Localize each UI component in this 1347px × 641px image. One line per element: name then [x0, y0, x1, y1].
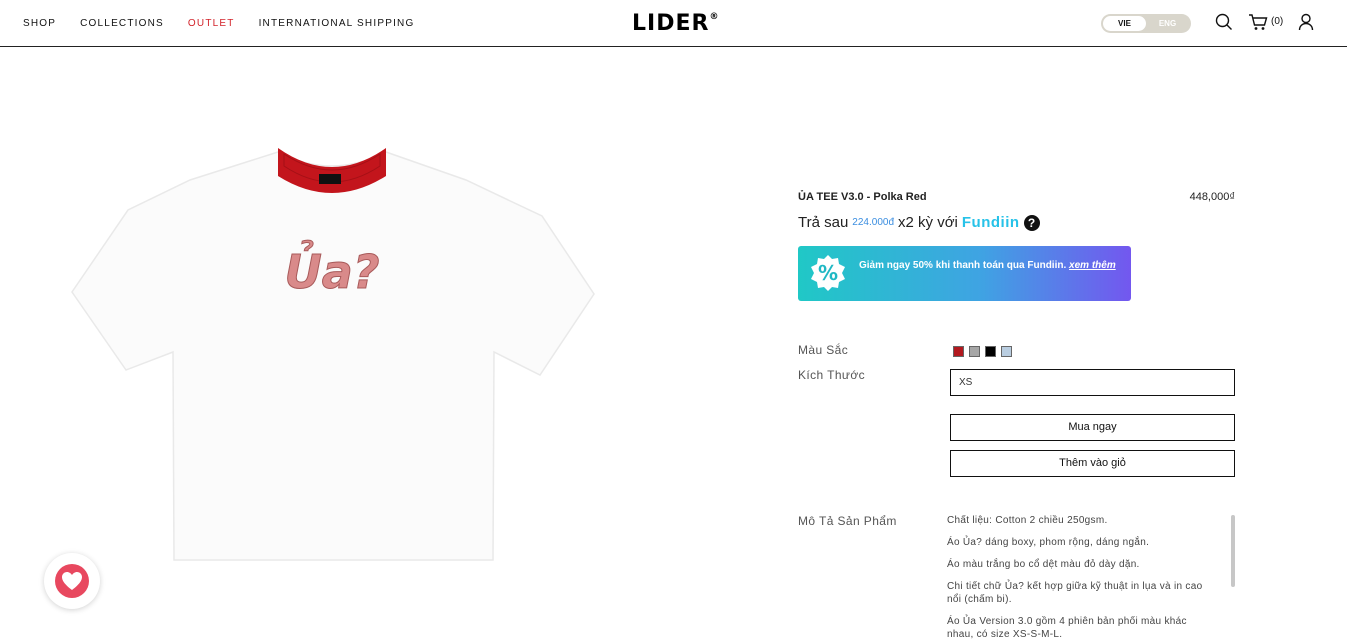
description-line: Chi tiết chữ Ủa? kết hợp giữa kỹ thuật i… — [947, 581, 1203, 605]
promo-more-link[interactable]: xem thêm — [1069, 260, 1116, 271]
nav-collections[interactable]: COLLECTIONS — [80, 18, 164, 29]
help-icon[interactable]: ? — [1023, 214, 1040, 231]
fundiin-logo[interactable]: Fundiin — [962, 214, 1020, 231]
description-line: Chất liệu: Cotton 2 chiều 250gsm. — [947, 515, 1108, 526]
language-toggle[interactable]: VIE ENG — [1101, 14, 1191, 33]
cart-count[interactable]: (0) — [1271, 16, 1283, 27]
promo-percent: 50% — [912, 260, 933, 271]
lang-eng[interactable]: ENG — [1146, 16, 1189, 31]
discount-badge-icon: % — [809, 254, 847, 292]
description-line: Áo Ủa Version 3.0 gồm 4 phiên bản phối m… — [947, 616, 1187, 640]
product-price: 448,000₫ — [1189, 191, 1235, 203]
description-scrollbar[interactable] — [1231, 515, 1235, 587]
size-label: Kích Thước — [798, 368, 866, 382]
promo-text: Giảm ngay 50% khi thanh toán qua Fundiin… — [859, 255, 1125, 277]
print-ua-text: Ủa? — [284, 240, 379, 299]
installment-amount: 224.000đ — [852, 217, 895, 228]
buy-now-button[interactable]: Mua ngay — [950, 414, 1235, 441]
product-description: Chất liệu: Cotton 2 chiều 250gsm. Áo Ủa?… — [947, 514, 1209, 641]
site-header: SHOP COLLECTIONS OUTLET INTERNATIONAL SH… — [0, 0, 1347, 47]
brand-name: LIDER — [632, 11, 710, 36]
wishlist-button[interactable] — [44, 553, 100, 609]
search-icon[interactable] — [1215, 13, 1233, 36]
print-ua-graphic: Ủa? — [284, 240, 380, 300]
promo-text-before: Giảm ngay — [859, 260, 913, 271]
description-label: Mô Tả Sản Phẩm — [798, 514, 897, 528]
installment-suffix: x2 kỳ với — [898, 214, 958, 231]
nav-outlet[interactable]: OUTLET — [188, 18, 235, 29]
fundiin-promo-banner[interactable]: % Giảm ngay 50% khi thanh toán qua Fundi… — [798, 246, 1131, 301]
description-line: Áo Ủa? dáng boxy, phom rộng, dáng ngắn. — [947, 537, 1150, 548]
registered-mark: ® — [709, 11, 720, 22]
color-label: Màu Sắc — [798, 343, 849, 357]
product-image[interactable]: Ủa? — [70, 140, 596, 566]
color-swatch-red[interactable] — [953, 346, 964, 357]
description-line: Áo màu trắng bo cổ dệt màu đỏ dày dặn. — [947, 559, 1140, 570]
installment-info: Trả sau 224.000đ x2 kỳ với Fundiin ? — [798, 214, 1040, 231]
main-nav: SHOP COLLECTIONS OUTLET INTERNATIONAL SH… — [23, 18, 438, 29]
add-to-cart-button[interactable]: Thêm vào giỏ — [950, 450, 1235, 477]
discount-badge-symbol: % — [818, 261, 838, 285]
installment-prefix: Trả sau — [798, 214, 849, 231]
nav-shop[interactable]: SHOP — [23, 18, 56, 29]
product-title: ỦA TEE V3.0 - Polka Red — [798, 191, 927, 203]
heart-icon — [62, 572, 82, 590]
user-icon[interactable] — [1298, 13, 1314, 36]
color-swatch-light-blue[interactable] — [1001, 346, 1012, 357]
nav-international-shipping[interactable]: INTERNATIONAL SHIPPING — [259, 18, 415, 29]
cart-icon[interactable] — [1248, 13, 1268, 36]
heart-icon-circle — [55, 564, 89, 598]
color-swatches — [953, 346, 1012, 357]
color-swatch-black[interactable] — [985, 346, 996, 357]
size-select[interactable]: XS — [950, 369, 1235, 396]
color-swatch-grey[interactable] — [969, 346, 980, 357]
lang-vie[interactable]: VIE — [1103, 16, 1146, 31]
promo-text-after: khi thanh toán qua Fundiin. — [932, 260, 1070, 271]
brand-logo[interactable]: LIDER® — [632, 11, 719, 36]
